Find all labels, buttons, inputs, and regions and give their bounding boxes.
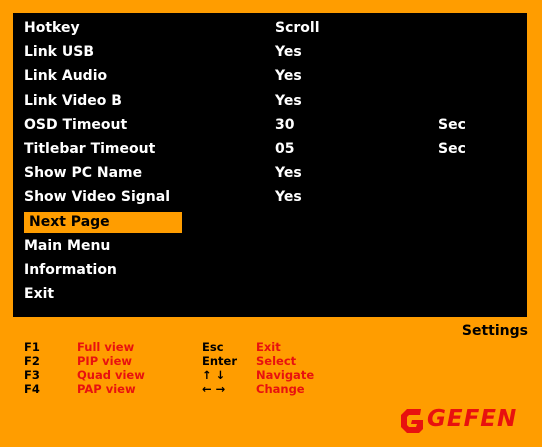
menu-item-exit[interactable]: Exit [18, 284, 522, 305]
legend-key: F1 [24, 340, 40, 354]
menu-item-label: Link USB [24, 44, 94, 60]
menu-item-value: Scroll [275, 20, 320, 36]
menu-item-value: Yes [275, 165, 302, 181]
legend-key: ← → [202, 382, 226, 396]
legend-action: Change [256, 382, 305, 396]
legend-key: F3 [24, 368, 40, 382]
menu-item-show-video-signal[interactable]: Show Video Signal Yes [18, 187, 522, 208]
menu-item-label: OSD Timeout [24, 117, 128, 133]
legend-action: Full view [77, 340, 135, 354]
menu-item-unit: Sec [438, 141, 466, 157]
screen-title: Settings [461, 323, 528, 339]
menu-item-osd-timeout[interactable]: OSD Timeout 30 Sec [18, 115, 522, 136]
menu-item-link-usb[interactable]: Link USB Yes [18, 42, 522, 63]
legend-action: Navigate [256, 368, 315, 382]
legend-action: Exit [256, 340, 281, 354]
gefen-g-mark-icon [401, 409, 423, 433]
menu-item-unit: Sec [438, 117, 466, 133]
menu-item-label: Main Menu [24, 238, 111, 254]
menu-item-value: 05 [275, 141, 295, 157]
menu-item-value: Yes [275, 44, 302, 60]
menu-item-label: Hotkey [24, 20, 80, 36]
menu-item-label: Information [24, 262, 117, 278]
gefen-logo: GEFEN [397, 405, 531, 437]
legend-row: F2 PIP view Enter Select [24, 354, 424, 368]
menu-item-hotkey[interactable]: Hotkey Scroll [18, 18, 522, 39]
menu-item-value: Yes [275, 68, 302, 84]
legend-key: Enter [202, 354, 238, 368]
menu-item-link-audio[interactable]: Link Audio Yes [18, 66, 522, 87]
legend-action: Quad view [77, 368, 145, 382]
menu-item-label: Exit [24, 286, 55, 302]
menu-item-link-video-b[interactable]: Link Video B Yes [18, 91, 522, 112]
menu-item-label: Titlebar Timeout [24, 141, 156, 157]
legend-key: ↑ ↓ [202, 368, 226, 382]
menu-item-label: Link Video B [24, 93, 122, 109]
legend-key: F2 [24, 354, 40, 368]
menu-item-value: Yes [275, 189, 302, 205]
menu-item-main-menu[interactable]: Main Menu [18, 236, 522, 257]
menu-item-label: Show Video Signal [24, 189, 170, 205]
key-legend: F1 Full view Esc Exit F2 PIP view Enter … [24, 340, 424, 396]
legend-action: PAP view [77, 382, 136, 396]
menu-item-next-page[interactable]: Next Page [18, 212, 522, 233]
legend-action: Select [256, 354, 297, 368]
legend-row: F4 PAP view ← → Change [24, 382, 424, 396]
menu-item-show-pc-name[interactable]: Show PC Name Yes [18, 163, 522, 184]
legend-key: Esc [202, 340, 224, 354]
logo-wordmark: GEFEN [427, 406, 518, 432]
legend-key: F4 [24, 382, 40, 396]
osd-menu-panel: Hotkey Scroll Link USB Yes Link Audio Ye… [13, 13, 527, 317]
menu-item-value: 30 [275, 117, 295, 133]
menu-item-label: Show PC Name [24, 165, 143, 181]
menu-item-titlebar-timeout[interactable]: Titlebar Timeout 05 Sec [18, 139, 522, 160]
menu-item-value: Yes [275, 93, 302, 109]
menu-item-label: Link Audio [24, 68, 108, 84]
menu-item-information[interactable]: Information [18, 260, 522, 281]
legend-action: PIP view [77, 354, 133, 368]
legend-row: F3 Quad view ↑ ↓ Navigate [24, 368, 424, 382]
legend-row: F1 Full view Esc Exit [24, 340, 424, 354]
menu-item-label: Next Page [24, 212, 182, 233]
